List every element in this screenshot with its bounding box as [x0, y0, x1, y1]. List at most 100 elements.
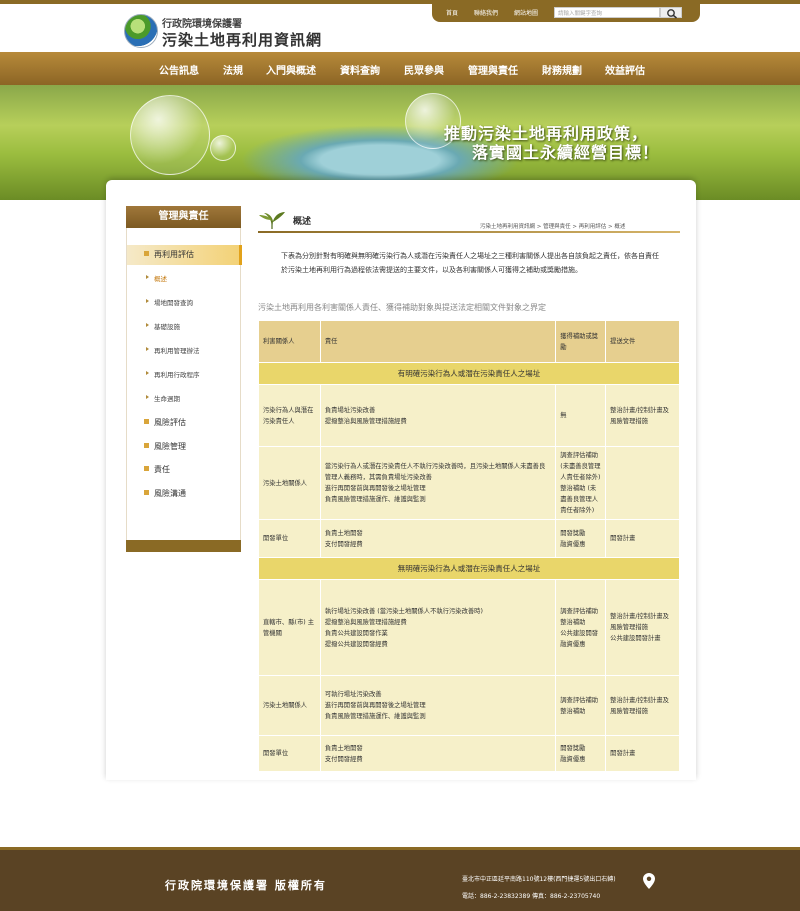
home-link[interactable]: 首頁: [446, 8, 458, 17]
contact-link[interactable]: 聯絡我們: [474, 8, 498, 17]
search-input[interactable]: 請輸入關鍵字查詢: [554, 7, 660, 18]
sidebar-subitem-reuse-regulations[interactable]: 再利用管理辦法: [127, 342, 242, 360]
cell-docs-line: 公共建設開發計畫: [610, 635, 661, 642]
table-row: 污染土地關係人 當污染行為人或潛在污染責任人不執行污染改善時，且污染土地關係人未盡…: [258, 446, 680, 520]
cell-aid-line: 無: [560, 412, 567, 419]
sidebar-subitem-infrastructure[interactable]: 基礎設施: [127, 318, 242, 336]
epa-emblem-icon: [124, 14, 158, 48]
map-pin-icon[interactable]: [643, 873, 655, 889]
sitemap-link[interactable]: 網站地圖: [514, 8, 538, 17]
footer-phone: 電話：886-2-23832389 傳真：886-2-23705740: [462, 893, 601, 900]
sidebar-subitem-life-cycle[interactable]: 生命週期: [127, 390, 242, 408]
sidebar-subitem-overview[interactable]: 概述: [127, 270, 242, 288]
sidebar-item-label: 生命週期: [154, 395, 180, 403]
sidebar-item-risk-management[interactable]: 風險管理: [127, 437, 242, 457]
cell-aid-line: 整治補助: [560, 618, 586, 626]
banner-slogan-line2: 落實國土永續經營目標！: [472, 143, 660, 162]
cell-duties-line: 支付開發經費: [324, 755, 363, 763]
cell-docs: [605, 446, 680, 520]
table-header-cell: 利害關係人: [258, 320, 321, 363]
sidebar-item-responsibility[interactable]: 責任: [127, 460, 242, 480]
cell-duties-line: 負責公共建設開發作業: [324, 629, 388, 637]
table-header-row: 利害關係人 責任 獲得補助或獎勵 提送文件: [258, 320, 680, 363]
square-bullet-icon: [144, 251, 149, 256]
cell-party: 開發單位: [258, 735, 321, 772]
table-row: 直轄市、縣(市) 主管機關 執行場址污染改善 (當污染土地關係人不執行污染改善時)…: [258, 579, 680, 676]
nav-intro[interactable]: 入門與概述: [266, 62, 316, 77]
cell-party: 污染土地關係人: [258, 675, 321, 736]
cell-docs: 整治計畫/控制計畫及風險管理措施 公共建設開發計畫: [605, 579, 680, 676]
sidebar-item-risk-communication[interactable]: 風險溝通: [127, 484, 242, 504]
intro-paragraph: 下表為分別針對有明確與無明確污染行為人或潛在污染責任人之場址之三種利害關係人提出…: [281, 252, 659, 274]
site-logo[interactable]: 行政院環境保護署 污染土地再利用資訊網: [124, 12, 324, 52]
cell-aid-line: 融資優惠: [560, 540, 586, 548]
sidebar-item-label: 基礎設施: [154, 323, 180, 331]
cell-aid-line: 公共建設開發融資優惠: [560, 629, 599, 648]
table-section-title: 有明確污染行為人或潛在污染責任人之場址: [258, 362, 680, 385]
cell-docs-line: 整治計畫/控制計畫及風險管理措施: [610, 406, 669, 425]
sidebar-footer: [126, 540, 241, 552]
sidebar-subitem-site-development[interactable]: 場地開發查詢: [127, 294, 242, 312]
site-title: 污染土地再利用資訊網: [162, 31, 323, 49]
breadcrumb[interactable]: 污染土地再利用資訊網 > 管理與責任 > 再利用評估 > 概述: [480, 222, 625, 230]
cell-duties-line: 支付開發經費: [324, 540, 363, 548]
square-bullet-icon: [144, 443, 149, 448]
cell-duties-line: 提撥公共建設開發經費: [324, 640, 388, 648]
arrow-right-icon: [146, 323, 149, 327]
site-footer: 行政院環境保護署 版權所有 臺北市中正區廷平南路110號12樓(西門捷運5號出口…: [0, 847, 800, 911]
cell-docs: 開發計畫: [605, 735, 680, 772]
cell-aid: 開發獎勵 融資優惠: [555, 735, 607, 772]
nav-announcements[interactable]: 公告訊息: [159, 62, 199, 77]
cell-duties-line: 負責土地開發: [324, 744, 363, 752]
cell-docs-line: 開發計畫: [610, 535, 636, 542]
cell-docs: 整治計畫/控制計畫及風險管理措施: [605, 384, 680, 447]
table-section-title: 無明確污染行為人或潛在污染責任人之場址: [258, 557, 680, 580]
cell-aid-line: 調查評估補助 (未盡善良管理人責任者除外): [560, 452, 601, 481]
cell-aid-line: 融資優惠: [560, 755, 586, 763]
nav-benefit-assessment[interactable]: 效益評估: [605, 62, 645, 77]
banner-bubble-image: [210, 135, 236, 161]
cell-docs-line: 整治計畫/控制計畫及風險管理措施: [610, 696, 669, 715]
nav-regulations[interactable]: 法規: [223, 62, 243, 77]
cell-duties: 負責土地開發 支付開發經費: [319, 519, 557, 558]
main-nav: 公告訊息 法規 入門與概述 資料查詢 民眾參與 管理與責任 財務規劃 效益評估: [0, 52, 800, 85]
cell-docs: 開發計畫: [605, 519, 680, 558]
cell-party: 污染行為人與潛在污染責任人: [258, 384, 321, 447]
square-bullet-icon: [144, 490, 149, 495]
cell-duties: 負責土地開發 支付開發經費: [319, 735, 557, 772]
page-title: 概述: [293, 217, 312, 227]
title-divider: [258, 231, 680, 233]
cell-party: 開發單位: [258, 519, 321, 558]
table-row: 開發單位 負責土地開發 支付開發經費 開發獎勵 融資優惠 開發計畫: [258, 735, 680, 772]
sidebar-item-label: 再利用行政程序: [154, 371, 200, 379]
sidebar-subitem-admin-procedure[interactable]: 再利用行政程序: [127, 366, 242, 384]
cell-duties: 當污染行為人或潛在污染責任人不執行污染改善時，且污染土地關係人未盡善良管理人義務…: [319, 446, 557, 520]
sidebar-item-label: 概述: [154, 275, 167, 283]
cell-duties: 負責場址污染改善 提撥整治與風險管理措施經費: [319, 384, 557, 447]
arrow-right-icon: [146, 395, 149, 399]
cell-duties-line: 負責土地開發: [324, 529, 363, 537]
sidebar-item-label: 場地開發查詢: [154, 299, 193, 307]
cell-duties: 執行場址污染改善 (當污染土地關係人不執行污染改善時) 提撥整治與風險管理措施經費…: [319, 579, 557, 676]
cell-aid: 調查評估補助 (未盡善良管理人責任者除外) 整治補助 (未盡善良管理人責任者除外): [555, 446, 607, 520]
sidebar-item-reuse-assessment[interactable]: 再利用評估: [127, 245, 242, 265]
org-name: 行政院環境保護署: [162, 19, 242, 30]
cell-duties-line: 執行場址污染改善 (當污染土地關係人不執行污染改善時): [324, 607, 483, 615]
sidebar-item-label: 風險管理: [154, 442, 186, 451]
search-button[interactable]: [660, 7, 682, 19]
sidebar-item-risk-assessment[interactable]: 風險評估: [127, 413, 242, 433]
copyright: 行政院環境保護署 版權所有: [165, 879, 327, 892]
nav-public-participation[interactable]: 民眾參與: [404, 62, 444, 77]
nav-data-query[interactable]: 資料查詢: [340, 62, 380, 77]
nav-management[interactable]: 管理與責任: [468, 62, 518, 77]
banner-bubble-image: [130, 95, 210, 175]
cell-aid: 開發獎勵 融資優惠: [555, 519, 607, 558]
arrow-right-icon: [146, 347, 149, 351]
cell-duties-line: 進行再開發前與再開發後之場址管理: [324, 485, 426, 492]
responsibility-table: 利害關係人 責任 獲得補助或獎勵 提送文件 有明確污染行為人或潛在污染責任人之場址 污染行…: [258, 320, 680, 772]
sidebar-item-label: 風險溝通: [154, 489, 186, 498]
sidebar-menu: 再利用評估 概述 場地開發查詢 基礎設施 再利用管理辦法 再利用行政程序 生命週…: [126, 228, 242, 540]
nav-finance[interactable]: 財務規劃: [542, 62, 582, 77]
table-section-row: 有明確污染行為人或潛在污染責任人之場址: [258, 362, 680, 385]
cell-duties-line: 負責場址污染改善: [324, 406, 376, 414]
